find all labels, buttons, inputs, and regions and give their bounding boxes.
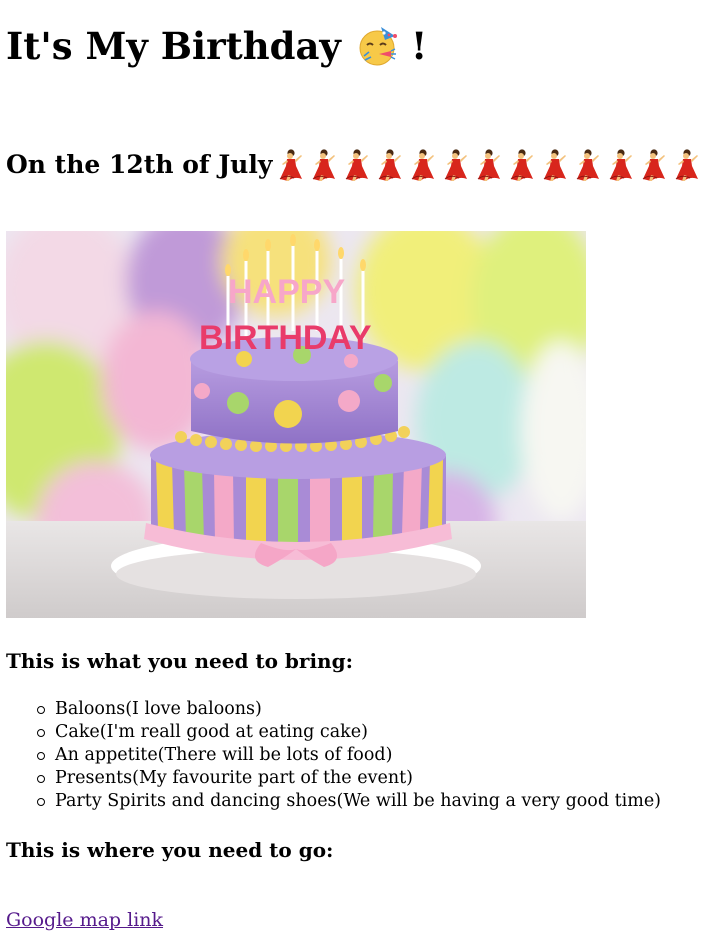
- birthday-cake-illustration: HAPPY BIRTHDAY: [6, 231, 586, 618]
- bring-heading: This is what you need to bring:: [6, 649, 353, 673]
- woman-dancing-icon: [445, 149, 468, 181]
- bring-list: Baloons(I love baloons) Cake(I'm reall go…: [0, 698, 661, 813]
- woman-dancing-icon: [280, 149, 303, 181]
- page-title-suffix: !: [410, 24, 428, 68]
- dancer-icons: [274, 148, 703, 182]
- woman-dancing-icon: [379, 149, 402, 181]
- page: It's My Birthday ! On the 12th of July H…: [0, 0, 715, 937]
- go-heading: This is where you need to go:: [6, 838, 334, 862]
- list-item: Cake(I'm reall good at eating cake): [36, 721, 661, 744]
- woman-dancing-icon: [313, 149, 336, 181]
- cake-topper-happy: HAPPY: [228, 273, 345, 311]
- list-item: Baloons(I love baloons): [36, 698, 661, 721]
- woman-dancing-icon: [511, 149, 534, 181]
- birthday-cake-image: HAPPY BIRTHDAY: [6, 231, 586, 618]
- list-item: An appetite(There will be lots of food): [36, 744, 661, 767]
- woman-dancing-icon: [676, 149, 699, 181]
- page-title-text: It's My Birthday: [6, 24, 341, 68]
- woman-dancing-icon: [412, 149, 435, 181]
- cake-topper-birthday: BIRTHDAY: [199, 319, 372, 357]
- list-item: Presents(My favourite part of the event): [36, 767, 661, 790]
- page-title: It's My Birthday !: [6, 22, 427, 70]
- partying-face-icon: [359, 27, 397, 66]
- date-heading-text: On the 12th of July: [6, 150, 273, 179]
- woman-dancing-icon: [577, 149, 600, 181]
- woman-dancing-icon: [478, 149, 501, 181]
- woman-dancing-icon: [610, 149, 633, 181]
- woman-dancing-icon: [346, 149, 369, 181]
- date-heading: On the 12th of July: [6, 145, 703, 185]
- woman-dancing-icon: [544, 149, 567, 181]
- google-map-link[interactable]: Google map link: [6, 908, 163, 932]
- list-item: Party Spirits and dancing shoes(We will …: [36, 791, 662, 811]
- woman-dancing-icon: [643, 149, 666, 181]
